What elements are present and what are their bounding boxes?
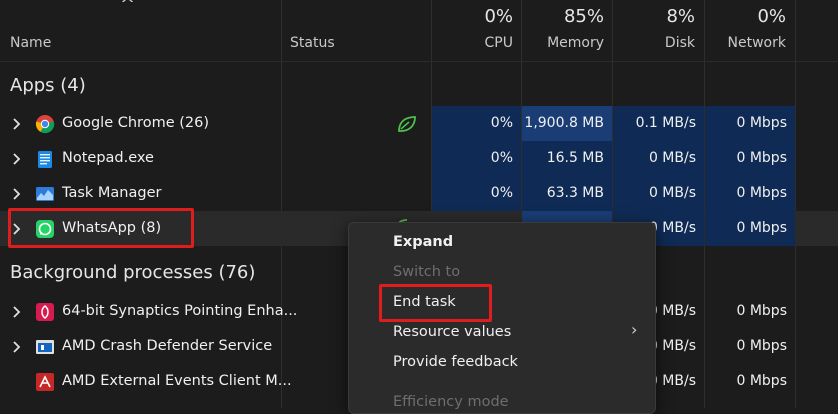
amd-service-icon (36, 340, 54, 354)
background-section-title: Background processes (76) (10, 262, 256, 283)
chevron-right-icon[interactable] (10, 305, 24, 319)
process-name: Notepad.exe (62, 150, 154, 166)
network-cell: 0 Mbps (736, 303, 787, 319)
disk-cell: 0 MB/s (613, 141, 704, 176)
memory-cell: 16.5 MB (522, 141, 612, 176)
network-cell: 0 Mbps (705, 106, 795, 141)
menu-item-switch-to: Switch to (393, 264, 461, 280)
process-name: AMD External Events Client M... (62, 373, 292, 389)
process-name: AMD Crash Defender Service (62, 338, 273, 354)
memory-total-percent: 85% (563, 6, 604, 27)
end-task-highlight-box (379, 284, 492, 322)
sort-arrow-icon[interactable]: ^ (120, 0, 135, 15)
network-cell: 0 Mbps (705, 176, 795, 211)
efficiency-leaf-icon (398, 116, 416, 132)
column-cpu-header[interactable]: CPU (431, 35, 513, 51)
cpu-cell: 0% (432, 141, 521, 176)
disk-total-percent: 8% (666, 6, 695, 27)
menu-item-resource-values[interactable]: Resource values (393, 324, 511, 340)
chevron-right-icon[interactable] (10, 152, 24, 166)
network-total-percent: 0% (757, 6, 786, 27)
process-name: Google Chrome (26) (62, 115, 209, 131)
chevron-right-icon[interactable] (10, 187, 24, 201)
task-manager-icon (36, 187, 54, 201)
memory-cell: 1,900.8 MB (522, 106, 612, 141)
cpu-total-percent: 0% (484, 6, 513, 27)
cpu-cell: 0% (432, 176, 521, 211)
whatsapp-highlight-box (8, 208, 194, 248)
network-cell: 0 Mbps (736, 373, 787, 389)
network-cell: 0 Mbps (736, 338, 787, 354)
amd-icon (36, 373, 54, 391)
process-name: Task Manager (62, 185, 162, 201)
column-network-header[interactable]: Network (704, 35, 786, 51)
column-memory-header[interactable]: Memory (521, 35, 604, 51)
cpu-cell: 0% (432, 106, 521, 141)
process-name: 64-bit Synaptics Pointing Enha... (62, 303, 298, 319)
column-status-header[interactable]: Status (290, 35, 335, 51)
menu-item-provide-feedback[interactable]: Provide feedback (393, 354, 518, 370)
column-disk-header[interactable]: Disk (612, 35, 695, 51)
chrome-icon (35, 115, 55, 134)
memory-cell: 63.3 MB (522, 176, 612, 211)
chevron-right-icon[interactable] (10, 340, 24, 354)
disk-cell: 0 MB/s (613, 176, 704, 211)
synaptics-icon (36, 303, 54, 321)
network-cell: 0 Mbps (705, 141, 795, 176)
notepad-icon (38, 151, 52, 168)
disk-cell: 0.1 MB/s (613, 106, 704, 141)
menu-item-expand[interactable]: Expand (393, 234, 453, 250)
apps-section-title: Apps (4) (10, 75, 86, 96)
chevron-right-icon[interactable] (10, 117, 24, 131)
column-name-header[interactable]: Name (10, 35, 51, 51)
submenu-arrow-icon: › (631, 320, 638, 339)
network-cell: 0 Mbps (705, 211, 795, 246)
